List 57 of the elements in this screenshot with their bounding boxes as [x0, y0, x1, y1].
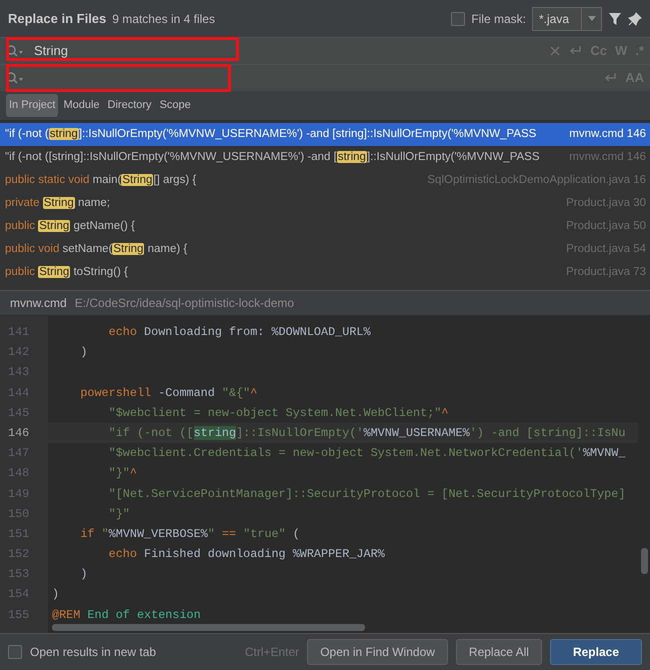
code-line: "}" [108, 506, 131, 523]
result-row[interactable]: "if (-not ([string]::IsNullOrEmpty('%MVNW_USERNAME%') -and [string]::IsNullOrEmpty('%MVNW_PASS mvnw.cmd 146 [0, 146, 650, 169]
file-mask-combo[interactable]: *.java [532, 6, 602, 30]
code-line: "[Net.ServicePointManager]::SecurityProtocol = [Net.SecurityProtocolType] [108, 486, 626, 502]
result-row[interactable]: private String name; Product.java 30 [0, 192, 650, 215]
result-text: public String getName() { [5, 218, 136, 234]
preview-file-path: E:/CodeSrc/idea/sql-optimistic-lock-demo [74, 295, 294, 312]
match-count: 9 matches in 4 files [112, 10, 215, 28]
result-location: mvnw.cmd 146 [569, 150, 646, 165]
result-location: Product.java 54 [566, 242, 646, 257]
dropdown-arrow-icon[interactable] [588, 16, 596, 21]
code-line: @REM End of extension [51, 606, 202, 624]
action-button[interactable]: Open in Find Window [307, 639, 448, 665]
result-text: private String name; [5, 196, 111, 211]
result-location: mvnw.cmd 146 [569, 126, 646, 142]
filter-icon[interactable] [608, 12, 622, 26]
horizontal-scrollbar[interactable] [52, 624, 365, 631]
code-line: echo Downloading from: %DOWNLOAD_URL% [108, 324, 372, 341]
result-text: "if (-not ([string]::IsNullOrEmpty('%MVNW_USERNAME%') -and [string]::IsNullOrEmpty('%MVNW_PASS [5, 150, 541, 165]
file-mask-label: File mask: [471, 10, 526, 28]
code-line: ) [51, 586, 60, 604]
new-line-icon[interactable] [568, 45, 582, 57]
code-line: powershell -Command "&{"^ [79, 384, 258, 402]
search-icon[interactable] [6, 72, 24, 84]
pin-icon[interactable] [628, 12, 642, 26]
code-line: if "%MVNW_VERBOSE%" == "true" ( [79, 526, 301, 543]
vertical-scrollbar[interactable] [641, 548, 648, 574]
result-text: "if (-not (string]::IsNullOrEmpty('%MVNW_USERNAME%') -and [string]::IsNullOrEmpty('%MVNW_PASS [5, 126, 538, 142]
code-line: echo Finished downloading %WRAPPER_JAR% [108, 546, 386, 564]
clear-icon[interactable] [550, 46, 560, 56]
new-line-icon[interactable] [603, 72, 618, 84]
dialog-title: Replace in Files [8, 10, 106, 28]
result-location: Product.java 73 [566, 264, 646, 280]
scope-tab[interactable]: In Project [6, 94, 58, 117]
new-tab-label: Open results in new tab [30, 644, 156, 661]
scope-tab[interactable]: Scope [156, 94, 194, 117]
result-row[interactable]: "if (-not (string]::IsNullOrEmpty('%MVNW_USERNAME%') -and [string]::IsNullOrEmpty('%MVNW_PASS mvnw.cmd 146 [0, 123, 650, 146]
result-row[interactable]: public String getName() { Product.java 50 [0, 215, 650, 238]
preview-file-name: mvnw.cmd [10, 295, 67, 312]
code-line: ) [79, 566, 88, 584]
code-line: "$webclient = new-object System.Net.WebClient;"^ [108, 404, 450, 422]
code-line: "$webclient.Credentials = new-object System.Net.NetworkCredential('%MVNW_ [108, 445, 626, 462]
new-tab-checkbox[interactable] [8, 645, 22, 659]
result-text: public String toString() { [5, 264, 129, 280]
result-row[interactable]: public String toString() { Product.java 73 [0, 261, 650, 284]
scope-tab[interactable]: Module [60, 94, 103, 117]
file-mask-checkbox[interactable] [451, 12, 466, 26]
result-location: SqlOptimisticLockDemoApplication.java 16 [427, 172, 646, 188]
action-button[interactable]: Replace All [456, 639, 542, 665]
scope-tab[interactable]: Directory [104, 94, 155, 117]
code-line: ) [79, 344, 88, 362]
line-number: 146 [7, 424, 30, 442]
result-location: Product.java 30 [566, 196, 646, 211]
code-line: "}"^ [108, 465, 138, 482]
search-icon[interactable] [6, 45, 24, 57]
result-location: Product.java 50 [566, 218, 646, 234]
replace-button[interactable]: Replace [550, 639, 642, 665]
